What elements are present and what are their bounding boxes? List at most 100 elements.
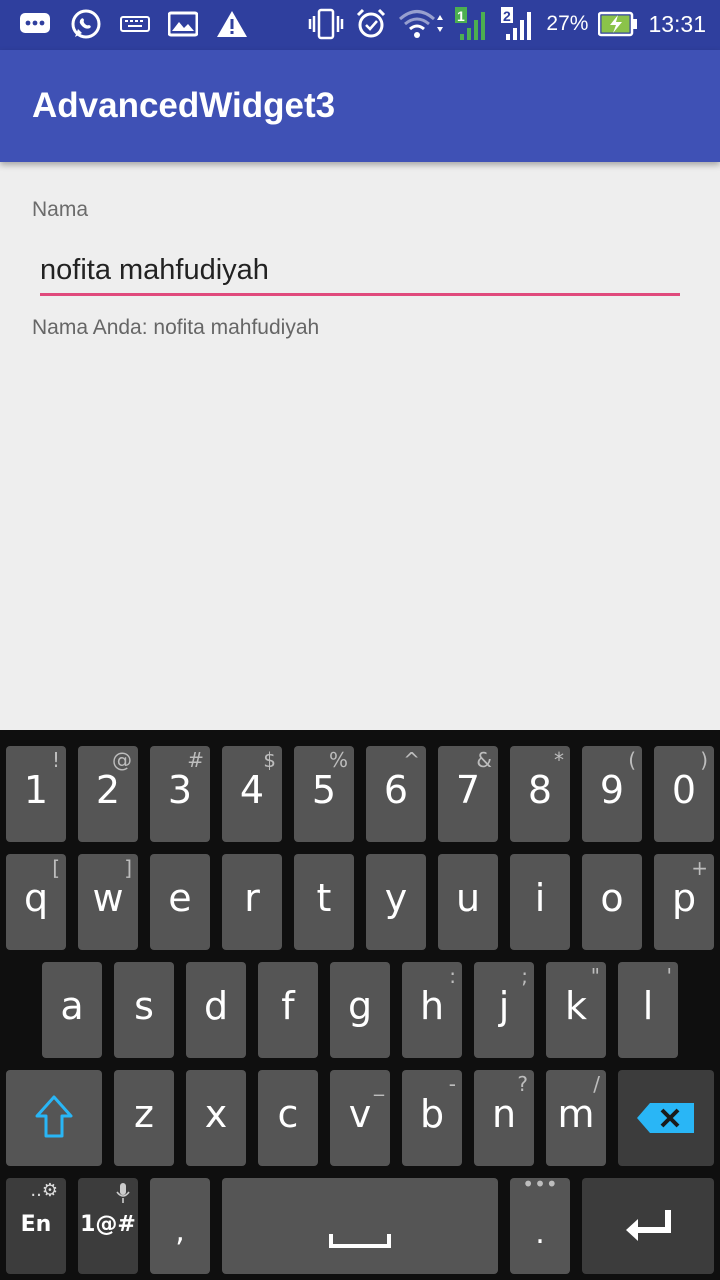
key-label: q	[23, 876, 49, 920]
input-underline	[40, 293, 680, 296]
key-row3-4[interactable]: g	[330, 962, 390, 1058]
key-label: r	[244, 876, 260, 920]
space-key[interactable]	[222, 1178, 498, 1274]
key-row2-7[interactable]: i	[510, 854, 570, 950]
key-label: b	[419, 1092, 445, 1136]
key-label: h	[419, 984, 445, 1028]
period-key[interactable]: ••• .	[510, 1172, 570, 1274]
key-row2-8[interactable]: o	[582, 854, 642, 950]
key-label: w	[92, 876, 124, 920]
clock: 13:31	[648, 10, 706, 37]
key-row2-6[interactable]: u	[438, 854, 498, 950]
key-secondary-label: /	[593, 1072, 600, 1096]
key-label: c	[277, 1092, 299, 1136]
name-field	[40, 248, 680, 298]
key-row3-7[interactable]: k "	[546, 962, 606, 1058]
key-row2-1[interactable]: w]	[78, 854, 138, 950]
key-row4-3[interactable]: v _	[330, 1070, 390, 1166]
key-row4-0[interactable]: z	[114, 1070, 174, 1166]
key-label: a	[60, 984, 84, 1028]
key-row4-6[interactable]: m /	[546, 1070, 606, 1166]
key-secondary-label: +	[691, 856, 708, 880]
key-label: k	[564, 984, 587, 1028]
key-label: f	[281, 984, 295, 1028]
key-row3-6[interactable]: j;	[474, 962, 534, 1058]
key-label: t	[316, 876, 332, 920]
key-row1-8[interactable]: 9(	[582, 746, 642, 842]
key-label: e	[168, 876, 192, 920]
key-row1-7[interactable]: 8 *	[510, 746, 570, 842]
key-row4-1[interactable]: x	[186, 1070, 246, 1166]
comma-key[interactable]: ,	[150, 1178, 210, 1274]
enter-key[interactable]	[582, 1178, 714, 1274]
key-row3-0[interactable]: a	[42, 962, 102, 1058]
key-secondary-label: $	[263, 748, 276, 772]
key-row3-8[interactable]: l '	[618, 962, 678, 1058]
period-key-label: .	[535, 1216, 545, 1251]
key-label: 4	[239, 768, 265, 812]
key-row2-0[interactable]: q[	[6, 854, 66, 950]
key-row1-5[interactable]: 6 ^	[366, 746, 426, 842]
keyboard-icon	[120, 16, 150, 32]
shift-arrow-icon	[35, 1095, 73, 1138]
key-secondary-label: )	[700, 748, 708, 772]
key-row4-5[interactable]: n?	[474, 1070, 534, 1166]
key-row2-3[interactable]: r	[222, 854, 282, 950]
key-row1-6[interactable]: 7 &	[438, 746, 498, 842]
key-label: o	[600, 876, 624, 920]
vibrate-icon	[309, 8, 344, 40]
shift-key[interactable]	[6, 1070, 102, 1166]
wifi-icon	[399, 10, 444, 38]
microphone-icon	[116, 1183, 130, 1203]
key-row1-4[interactable]: 5%	[294, 746, 354, 842]
key-label: d	[203, 984, 229, 1028]
key-secondary-label: :	[449, 964, 456, 988]
key-secondary-label: ]	[124, 856, 132, 880]
key-row3-2[interactable]: d	[186, 962, 246, 1058]
key-label: 0	[671, 768, 697, 812]
key-label: 7	[455, 768, 481, 812]
battery-percent: 27%	[546, 12, 589, 35]
key-row2-5[interactable]: y	[366, 854, 426, 950]
key-row1-9[interactable]: 0)	[654, 746, 714, 842]
symbols-key[interactable]: 1@#	[78, 1178, 138, 1274]
signal-sim2-icon: 2	[501, 7, 532, 40]
key-row2-2[interactable]: e	[150, 854, 210, 950]
key-row1-0[interactable]: 1!	[6, 746, 66, 842]
key-label: m	[557, 1092, 595, 1136]
key-label: j	[498, 984, 510, 1028]
key-secondary-label: '	[666, 964, 673, 988]
key-row1-3[interactable]: 4 $	[222, 746, 282, 842]
key-row2-4[interactable]: t	[294, 854, 354, 950]
sim1-label: 1	[457, 8, 465, 24]
key-label: s	[134, 984, 154, 1028]
key-secondary-label: #	[187, 748, 204, 772]
key-row3-3[interactable]: f	[258, 962, 318, 1058]
key-row1-2[interactable]: 3 #	[150, 746, 210, 842]
key-label: 2	[95, 768, 121, 812]
key-label: 3	[167, 768, 193, 812]
backspace-key[interactable]	[618, 1070, 714, 1166]
key-row3-1[interactable]: s	[114, 962, 174, 1058]
key-label: 6	[383, 768, 409, 812]
symbols-key-label: 1@#	[80, 1212, 136, 1237]
key-label: 5	[311, 768, 337, 812]
name-field-label: Nama	[32, 198, 89, 221]
language-key[interactable]: ..⚙ En	[6, 1178, 66, 1274]
key-row2-9[interactable]: p +	[654, 854, 714, 950]
name-result-text: Nama Anda: nofita mahfudiyah	[32, 316, 320, 339]
key-row4-4[interactable]: b-	[402, 1070, 462, 1166]
key-secondary-label: ?	[517, 1072, 528, 1096]
key-label: 9	[599, 768, 625, 812]
key-row1-1[interactable]: 2 @	[78, 746, 138, 842]
key-secondary-label: @	[112, 748, 132, 772]
key-label: z	[134, 1092, 154, 1136]
key-secondary-label: -	[448, 1072, 456, 1096]
key-label: 1	[23, 768, 49, 812]
key-label: p	[671, 876, 697, 920]
enter-icon	[626, 1210, 671, 1241]
key-row4-2[interactable]: c	[258, 1070, 318, 1166]
key-row3-5[interactable]: h:	[402, 962, 462, 1058]
name-input[interactable]	[40, 248, 680, 292]
key-label: x	[204, 1092, 228, 1136]
